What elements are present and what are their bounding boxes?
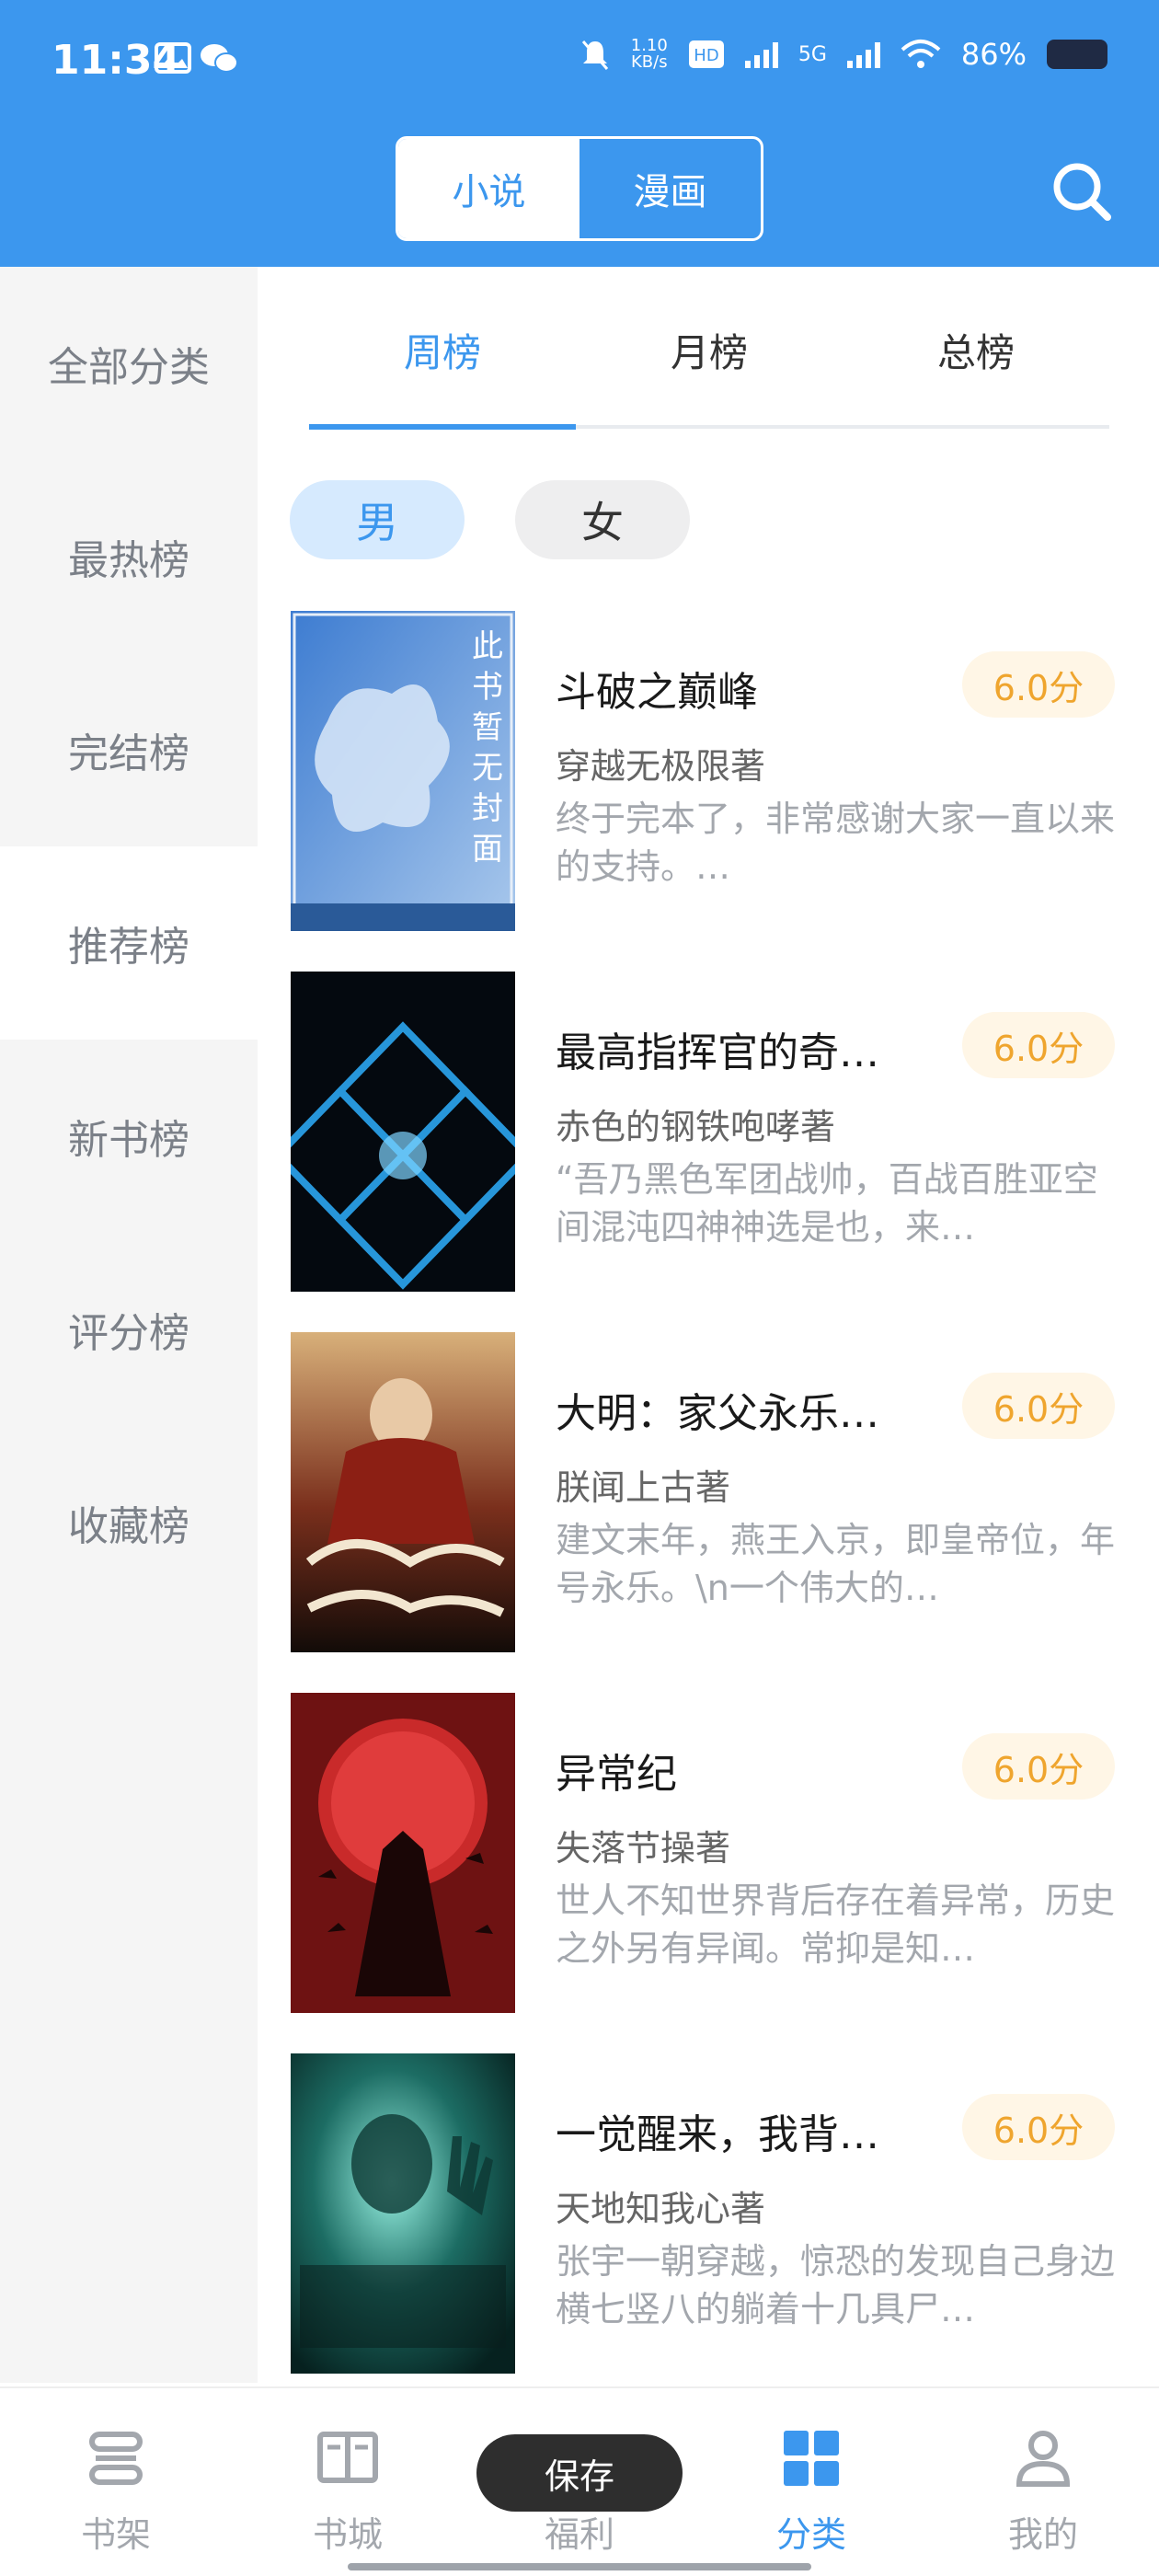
content-type-switch: 小说 漫画 (396, 136, 763, 241)
sidebar-item-new[interactable]: 新书榜 (0, 1040, 258, 1233)
book-cover[interactable]: 此书暂无封面 (291, 611, 515, 931)
save-toast: 保存 (476, 2434, 683, 2512)
book-cover-image (291, 1332, 515, 1652)
tab-novel[interactable]: 小说 (398, 139, 580, 238)
book-title: 最高指挥官的奇… (556, 1029, 879, 1076)
book-item[interactable]: 最高指挥官的奇… 6.0分 赤色的钢铁咆哮著 “吾乃黑色军团战帅，百战百胜亚空间… (291, 972, 1119, 1294)
book-title: 异常纪 (556, 1751, 677, 1798)
gender-male-chip[interactable]: 男 (290, 480, 465, 559)
sidebar-item-rating[interactable]: 评分榜 (0, 1233, 258, 1426)
book-score-badge: 6.0分 (962, 1733, 1115, 1800)
nav-label: 书架 (80, 2514, 151, 2555)
book-cover[interactable] (291, 2053, 515, 2374)
mute-icon (581, 40, 608, 70)
home-indicator[interactable] (348, 2563, 811, 2570)
book-open-icon (317, 2432, 378, 2483)
placeholder-cover-image: 此书暂无封面 (291, 611, 515, 931)
tab-total[interactable]: 总榜 (843, 322, 1109, 378)
book-title: 一觉醒来，我背… (556, 2111, 879, 2158)
nav-label: 分类 (775, 2514, 846, 2555)
book-score-badge: 6.0分 (962, 1373, 1115, 1439)
book-cover-image (291, 1693, 515, 2013)
gender-female-chip[interactable]: 女 (515, 480, 690, 559)
book-author: 赤色的钢铁咆哮著 (556, 1107, 836, 1147)
user-icon (1016, 2431, 1071, 2487)
sidebar-item-favorites[interactable]: 收藏榜 (0, 1426, 258, 1619)
nav-bookstore[interactable]: 书城 (274, 2425, 421, 2563)
book-author: 天地知我心著 (556, 2189, 766, 2229)
tab-monthly[interactable]: 月榜 (576, 322, 843, 378)
wechat-icon (201, 44, 238, 73)
sidebar-item-finished[interactable]: 完结榜 (0, 653, 258, 846)
rank-tabs: 周榜 月榜 总榜 (309, 276, 1109, 432)
book-score-badge: 6.0分 (962, 2094, 1115, 2160)
battery-percent: 86% (960, 37, 1027, 72)
network-type: 5G (798, 42, 827, 66)
search-icon[interactable] (1049, 158, 1115, 224)
book-description: “吾乃黑色军团战帅，百战百胜亚空间混沌四神神选是也，来… (556, 1159, 1098, 1248)
book-item[interactable]: 大明：家父永乐… 6.0分 朕闻上古著 建文末年，燕王入京，即皇帝位，年号永乐。… (291, 1332, 1119, 1654)
tab-comic[interactable]: 漫画 (580, 139, 761, 238)
nav-mine[interactable]: 我的 (970, 2425, 1117, 2563)
network-speed: 1.10 KB/s (630, 36, 668, 72)
book-description: 世人不知世界背后存在着异常，历史之外另有异闻。常抑是知… (556, 1880, 1116, 1969)
book-item[interactable]: 一觉醒来，我背… 6.0分 天地知我心著 张宇一朝穿越，惊恐的发现自己身边横七竖… (291, 2053, 1119, 2375)
book-description: 建文末年，燕王入京，即皇帝位，年号永乐。\n一个伟大的… (556, 1520, 1116, 1608)
nav-label: 福利 (544, 2514, 614, 2555)
signal-1-icon (744, 40, 778, 68)
book-cover-image (291, 972, 515, 1292)
book-cover-image (291, 2053, 515, 2374)
hd-icon: HD (688, 40, 724, 68)
category-sidebar: 全部分类 最热榜 完结榜 推荐榜 新书榜 评分榜 收藏榜 (0, 267, 258, 2383)
book-description: 终于完本了，非常感谢大家一直以来的支持。… (556, 799, 1116, 887)
gallery-icon (155, 42, 191, 74)
nav-label: 我的 (1007, 2514, 1078, 2555)
book-author: 朕闻上古著 (556, 1467, 731, 1508)
book-item[interactable]: 异常纪 6.0分 失落节操著 世人不知世界背后存在着异常，历史之外另有异闻。常抑… (291, 1693, 1119, 2015)
signal-2-icon (846, 40, 880, 68)
book-author: 失落节操著 (556, 1828, 731, 1869)
book-author: 穿越无极限著 (556, 746, 766, 787)
nav-label: 书城 (312, 2514, 383, 2555)
book-cover[interactable] (291, 1693, 515, 2013)
nav-category[interactable]: 分类 (738, 2425, 885, 2563)
battery-icon (1047, 40, 1107, 69)
grid-icon (784, 2431, 839, 2486)
book-description: 张宇一朝穿越，惊恐的发现自己身边横七竖八的躺着十几具尸… (556, 2241, 1116, 2329)
tab-weekly[interactable]: 周榜 (309, 322, 576, 378)
nav-bookshelf[interactable]: 书架 (42, 2425, 189, 2563)
book-cover[interactable] (291, 1332, 515, 1652)
book-title: 大明：家父永乐… (556, 1390, 879, 1437)
book-score-badge: 6.0分 (962, 651, 1115, 718)
bookshelf-icon (89, 2432, 143, 2485)
sidebar-item-hot[interactable]: 最热榜 (0, 460, 258, 653)
wifi-icon (901, 40, 941, 68)
book-item[interactable]: 此书暂无封面 斗破之巅峰 6.0分 穿越无极限著 终于完本了，非常感谢大家一直以… (291, 611, 1119, 933)
sidebar-item-recommend[interactable]: 推荐榜 (0, 846, 258, 1040)
tab-indicator (309, 424, 576, 430)
book-title: 斗破之巅峰 (556, 669, 758, 716)
status-bar: 11:34 1.10 KB/s HD 5G 86% (52, 37, 1107, 92)
svg-text:HD: HD (694, 46, 718, 65)
book-score-badge: 6.0分 (962, 1012, 1115, 1078)
book-cover[interactable] (291, 972, 515, 1292)
top-bar: 11:34 1.10 KB/s HD 5G 86% 小说 漫画 (0, 0, 1159, 267)
sidebar-item-all[interactable]: 全部分类 (0, 267, 258, 460)
